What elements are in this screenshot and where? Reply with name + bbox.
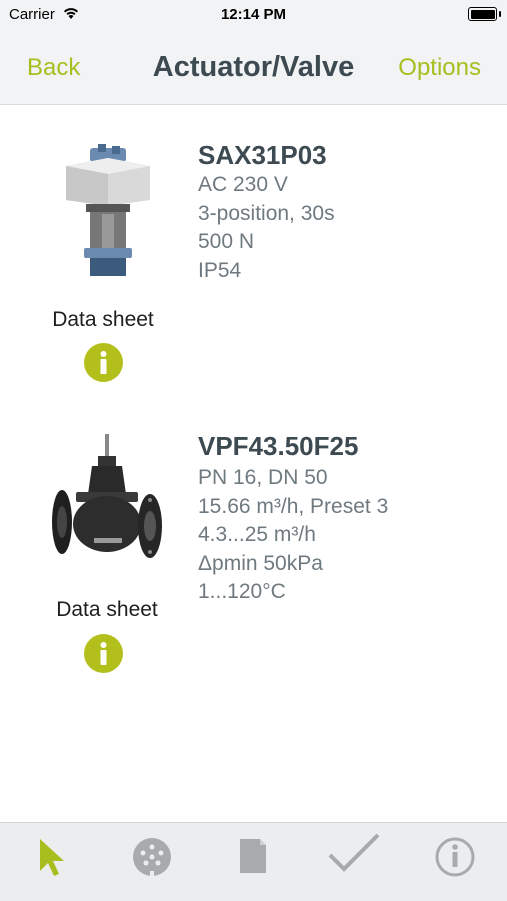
status-bar: Carrier 12:14 PM bbox=[0, 0, 507, 30]
product-spec: 15.66 m³/h, Preset 3 bbox=[198, 495, 389, 518]
cursor-icon bbox=[40, 839, 64, 876]
product-name: VPF43.50F25 bbox=[198, 431, 359, 461]
product-spec: IP54 bbox=[198, 259, 242, 282]
product-spec: Δpmin 50kPa bbox=[198, 552, 323, 575]
document-icon bbox=[240, 839, 266, 873]
product-spec: 3-position, 30s bbox=[198, 202, 335, 225]
product-item-actuator[interactable]: Data sheet SAX31P03 AC 230 V 3-position,… bbox=[0, 104, 507, 394]
battery-icon bbox=[468, 7, 501, 21]
info-icon bbox=[100, 351, 107, 374]
checkmark-icon bbox=[328, 833, 380, 872]
product-item-valve[interactable]: Data sheet VPF43.50F25 PN 16, DN 50 15.6… bbox=[0, 420, 507, 690]
connector-icon bbox=[133, 838, 171, 877]
tab-connection[interactable] bbox=[122, 827, 182, 887]
datasheet-label: Data sheet bbox=[52, 308, 154, 331]
tab-bar bbox=[0, 822, 507, 901]
product-spec: 500 N bbox=[198, 230, 255, 253]
actuator-image bbox=[66, 144, 150, 276]
options-button[interactable]: Options bbox=[398, 54, 481, 82]
info-icon bbox=[100, 642, 107, 665]
product-spec: AC 230 V bbox=[198, 173, 288, 196]
product-name: SAX31P03 bbox=[198, 140, 327, 170]
datasheet-info-button[interactable] bbox=[84, 634, 123, 673]
product-spec: 1...120°C bbox=[198, 580, 286, 603]
tab-select[interactable] bbox=[22, 827, 82, 887]
tab-document[interactable] bbox=[223, 827, 283, 887]
info-icon bbox=[435, 837, 475, 877]
clock: 12:14 PM bbox=[220, 6, 287, 23]
datasheet-info-button[interactable] bbox=[84, 343, 123, 382]
datasheet-label: Data sheet bbox=[56, 598, 158, 621]
navigation-bar: Back Actuator/Valve Options bbox=[0, 30, 507, 105]
product-spec: 4.3...25 m³/h bbox=[198, 523, 316, 546]
product-spec: PN 16, DN 50 bbox=[198, 466, 328, 489]
valve-image bbox=[52, 434, 162, 558]
tab-info[interactable] bbox=[425, 827, 485, 887]
tab-check[interactable] bbox=[324, 827, 384, 887]
